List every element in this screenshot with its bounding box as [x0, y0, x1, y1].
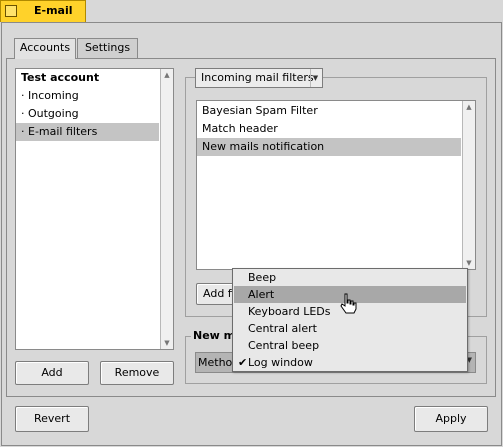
filter-item-new-mails[interactable]: New mails notification	[197, 138, 461, 156]
window-close-box-icon[interactable]	[5, 5, 17, 17]
scroll-down-arrow-icon[interactable]: ▼	[161, 337, 173, 349]
menu-item-central-alert[interactable]: Central alert	[234, 320, 466, 337]
remove-account-button[interactable]: Remove	[100, 361, 174, 385]
menu-item-log-window-label: Log window	[248, 356, 313, 369]
filter-type-value: Incoming mail filters	[201, 71, 314, 84]
filters-list[interactable]: Bayesian Spam Filter Match header New ma…	[196, 100, 476, 270]
filter-item-bayesian[interactable]: Bayesian Spam Filter	[197, 102, 461, 120]
accounts-list[interactable]: Test account · Incoming · Outgoing · E-m…	[15, 68, 174, 350]
window-title: E-mail	[34, 4, 73, 17]
tab-settings[interactable]: Settings	[77, 38, 138, 58]
filter-item-match-header[interactable]: Match header	[197, 120, 461, 138]
menu-item-central-beep[interactable]: Central beep	[234, 337, 466, 354]
scroll-up-arrow-icon[interactable]: ▲	[463, 101, 475, 113]
chevron-down-icon: ▼	[310, 69, 320, 87]
filter-type-dropdown[interactable]: Incoming mail filters ▼	[195, 68, 323, 88]
accounts-list-scrollbar[interactable]: ▲ ▼	[160, 69, 173, 349]
hand-cursor-icon	[340, 293, 357, 314]
add-account-button[interactable]: Add	[15, 361, 89, 385]
list-item-outgoing[interactable]: · Outgoing	[16, 105, 159, 123]
filters-list-scrollbar[interactable]: ▲ ▼	[462, 101, 475, 269]
tab-accounts[interactable]: Accounts	[14, 38, 76, 59]
menu-item-log-window[interactable]: ✔ Log window	[234, 354, 466, 371]
revert-button[interactable]: Revert	[15, 406, 89, 432]
scroll-up-arrow-icon[interactable]: ▲	[161, 69, 173, 81]
list-item-incoming[interactable]: · Incoming	[16, 87, 159, 105]
checkmark-icon: ✔	[238, 356, 248, 369]
list-item-email-filters[interactable]: · E-mail filters	[16, 123, 159, 141]
notification-method-menu[interactable]: Beep Alert Keyboard LEDs Central alert C…	[232, 268, 468, 372]
apply-button[interactable]: Apply	[414, 406, 488, 432]
list-item-test-account[interactable]: Test account	[16, 69, 159, 87]
menu-item-beep[interactable]: Beep	[234, 269, 466, 286]
